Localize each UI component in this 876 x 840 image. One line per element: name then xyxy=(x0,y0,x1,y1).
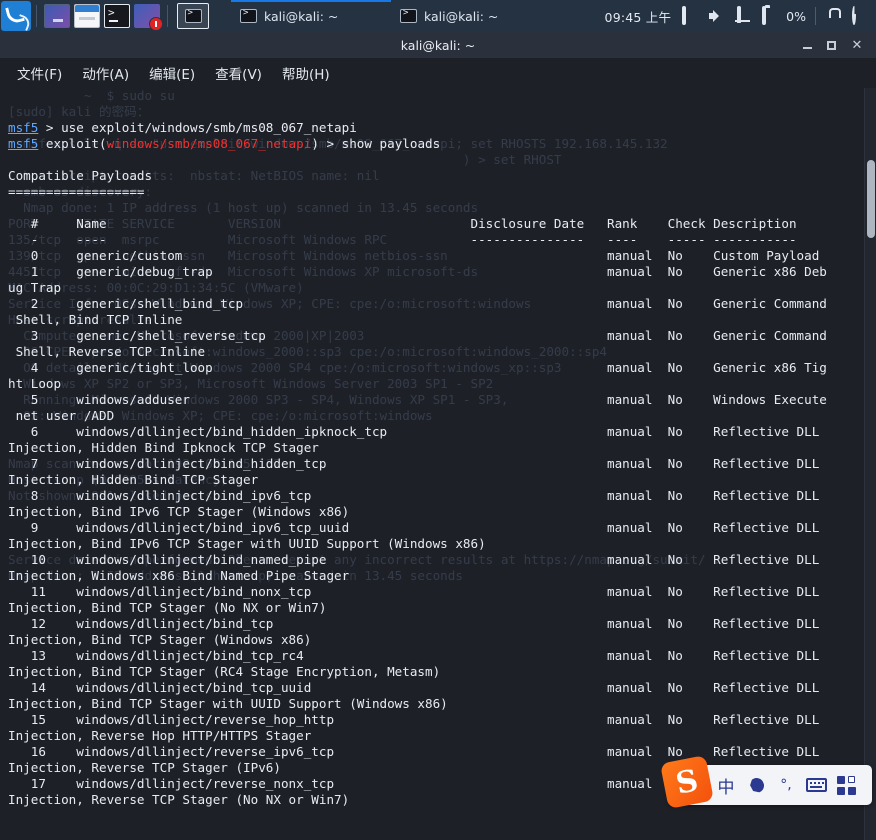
apps-grid-icon[interactable] xyxy=(832,771,860,799)
menu-item-actions[interactable]: 动作(A) xyxy=(73,60,138,86)
terminal-icon xyxy=(240,8,257,23)
taskbar-window-1-label: kali@kali: ~ xyxy=(264,8,339,24)
power-logout-icon[interactable] xyxy=(851,6,868,25)
notification-bell-icon[interactable] xyxy=(734,6,751,24)
clock[interactable]: 09:45 上午 xyxy=(605,7,672,26)
display-icon[interactable] xyxy=(682,6,699,25)
menu-item-view[interactable]: 查看(V) xyxy=(206,60,271,86)
terminal-screen-text: msf5 > use exploit/windows/smb/ms08_067_… xyxy=(8,120,827,807)
desktop-top-panel: kali@kali: ~ kali@kali: ~ 09:45 上午 0% xyxy=(0,0,876,32)
terminal-icon xyxy=(184,8,202,23)
menu-item-help[interactable]: 帮助(H) xyxy=(273,60,339,86)
battery-percent-label: 0% xyxy=(786,8,806,24)
scrollbar-thumb[interactable] xyxy=(867,160,875,238)
taskbar-window-1[interactable]: kali@kali: ~ xyxy=(231,0,391,29)
minimize-button[interactable] xyxy=(796,32,818,58)
window-title: kali@kali: ~ xyxy=(400,37,476,53)
app-launcher-icon[interactable] xyxy=(134,4,163,31)
punctuation-icon[interactable]: °, xyxy=(772,771,800,799)
terminal-launcher-icon[interactable] xyxy=(104,4,130,28)
terminal-icon xyxy=(400,8,417,23)
menu-item-file[interactable]: 文件(F) xyxy=(8,60,71,86)
lock-icon[interactable] xyxy=(825,8,842,24)
window-titlebar[interactable]: kali@kali: ~ ✕ xyxy=(0,32,876,58)
panel-separator-2 xyxy=(167,5,168,27)
kali-dragon-logo[interactable] xyxy=(1,1,31,31)
sogou-ime-toolbar[interactable]: S 中 °, xyxy=(660,755,872,809)
workspace-switcher-icon[interactable] xyxy=(44,4,70,28)
menu-bar: 文件(F) 动作(A) 编辑(E) 查看(V) 帮助(H) xyxy=(0,58,876,88)
notification-badge xyxy=(149,17,163,31)
panel-separator xyxy=(36,5,37,27)
volume-icon[interactable] xyxy=(708,8,725,24)
system-tray: 09:45 上午 0% xyxy=(605,6,876,26)
active-window-launcher-button[interactable] xyxy=(177,3,209,29)
moon-icon[interactable] xyxy=(742,771,770,799)
battery-icon[interactable] xyxy=(760,6,777,25)
ime-language-mode-button[interactable]: 中 xyxy=(712,771,740,799)
terminal-window: kali@kali: ~ ✕ 文件(F) 动作(A) 编辑(E) 查看(V) 帮… xyxy=(0,32,876,840)
sogou-logo-icon[interactable]: S xyxy=(660,755,714,809)
terminal-scrollbar[interactable] xyxy=(864,88,876,840)
terminal-output-area[interactable]: ~ $ sudo su [sudo] kali 的密码： msfconsole … xyxy=(0,88,876,840)
maximize-button[interactable] xyxy=(820,32,842,58)
file-manager-icon[interactable] xyxy=(74,4,100,28)
taskbar-window-2[interactable]: kali@kali: ~ xyxy=(391,3,551,29)
menu-item-edit[interactable]: 编辑(E) xyxy=(140,60,204,86)
close-button[interactable]: ✕ xyxy=(846,32,868,58)
tray-separator xyxy=(815,7,816,25)
taskbar-window-2-label: kali@kali: ~ xyxy=(424,8,499,24)
keyboard-icon[interactable] xyxy=(802,771,830,799)
